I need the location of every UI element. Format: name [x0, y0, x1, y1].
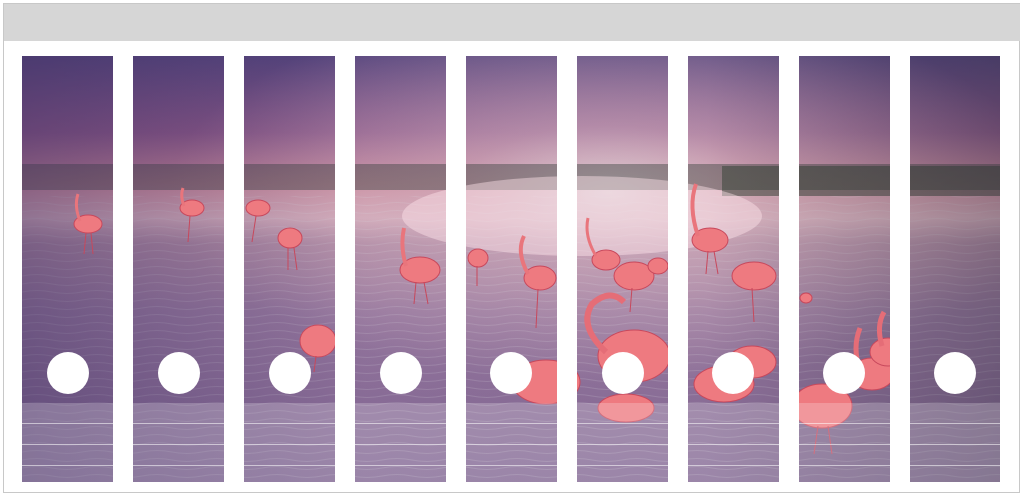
- spine-label-field-5[interactable]: [466, 403, 557, 482]
- spine-gap: [890, 56, 910, 482]
- spine-gap: [224, 56, 244, 482]
- spine-gap: [557, 56, 577, 482]
- label-ruling-2: [22, 444, 1000, 445]
- finger-hole-7: [712, 352, 754, 394]
- finger-hole-4: [380, 352, 422, 394]
- finger-hole-2: [158, 352, 200, 394]
- spine-label-field-2[interactable]: [133, 403, 224, 482]
- spine-gap: [335, 56, 355, 482]
- label-ruling-1: [22, 423, 1000, 424]
- spine-gap: [668, 56, 688, 482]
- spine-label-field-1[interactable]: [22, 403, 113, 482]
- spine-label-field-9[interactable]: [910, 403, 1000, 482]
- finger-hole-1: [47, 352, 89, 394]
- spine-gap: [113, 56, 133, 482]
- spine-label-field-3[interactable]: [244, 403, 335, 482]
- spine-gap: [446, 56, 466, 482]
- finger-hole-5: [490, 352, 532, 394]
- finger-hole-3: [269, 352, 311, 394]
- sheet-header-band: [4, 4, 1020, 41]
- finger-hole-9: [934, 352, 976, 394]
- finger-hole-8: [823, 352, 865, 394]
- spine-label-field-4[interactable]: [355, 403, 446, 482]
- finger-hole-6: [602, 352, 644, 394]
- spine-label-field-8[interactable]: [799, 403, 890, 482]
- spine-labels: [22, 56, 1000, 482]
- spine-gap: [779, 56, 799, 482]
- spine-label-field-7[interactable]: [688, 403, 779, 482]
- label-ruling-3: [22, 465, 1000, 466]
- spine-label-field-6[interactable]: [577, 403, 668, 482]
